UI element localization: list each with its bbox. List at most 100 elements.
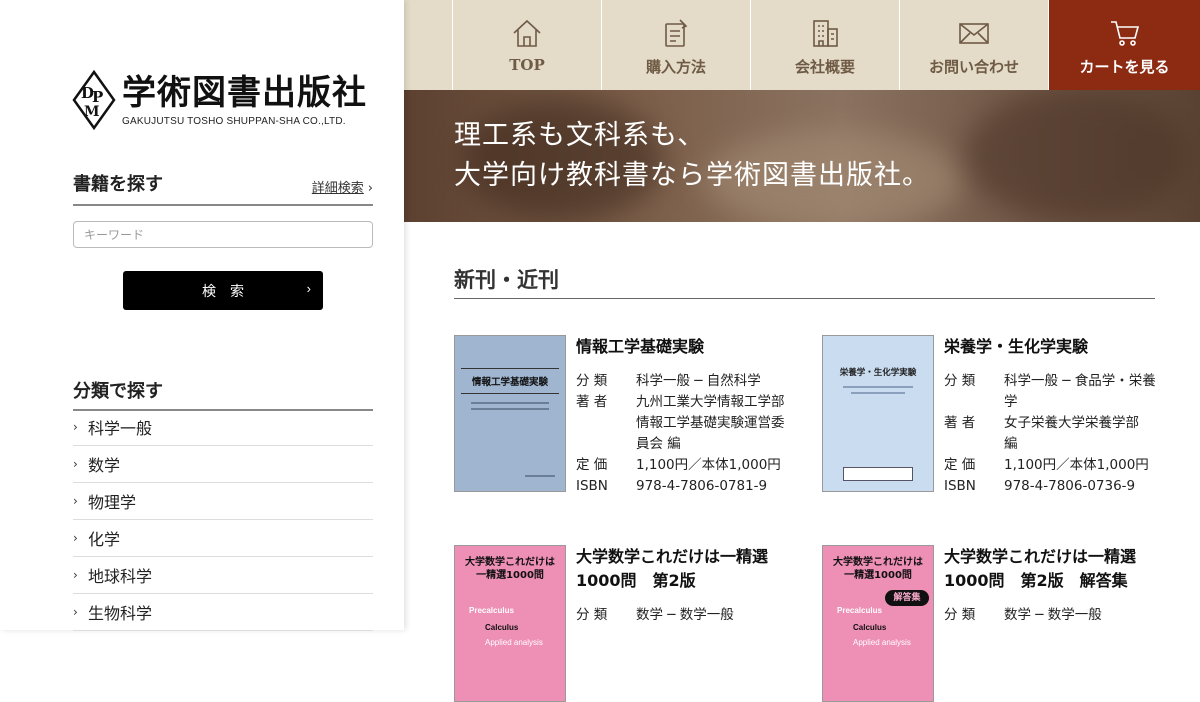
chevron-right-icon: › [73,494,78,508]
document-hand-icon [665,19,688,47]
value: 数学 ─ 数学一般 [636,607,734,623]
value: 科学一般 ─ 食品学・栄養学 [1004,373,1156,410]
category-item[interactable]: › 地球科学 [73,557,373,594]
book-title[interactable]: 情報工学基礎実験 [576,335,788,359]
logo-mark-icon: D P M [72,70,116,130]
label: 著 者 [576,394,608,410]
category-item[interactable]: › 数学 [73,446,373,483]
label: ISBN [944,478,976,494]
book-price-row: 定 価 1,100円／本体1,000円 [576,455,788,476]
value: 女子栄養大学栄養学部 編 [1004,415,1139,452]
book-price-row: 定 価 1,100円／本体1,000円 [944,455,1156,476]
category-item[interactable]: › 生物科学 [73,594,373,631]
chevron-right-icon: › [306,281,311,296]
cover-answer-badge: 解答集 [885,590,929,606]
cover-title: 大学数学これだけは 一精選1000問 [833,557,923,581]
category-label: 数学 [88,456,121,475]
cover-rule [471,402,549,404]
cover-word: Applied analysis [485,638,543,647]
book-title[interactable]: 大学数学これだけは一精選1000問 第2版 解答集 [944,545,1156,593]
hero-line-1: 理工系も文科系も、 [454,120,706,151]
category-label: 化学 [88,530,121,549]
advanced-search-label: 詳細検索 [311,181,364,196]
cover-rule [843,386,913,388]
value: 科学一般 ─ 自然科学 [636,373,761,389]
book-info: 栄養学・生化学実験 分 類 科学一般 ─ 食品学・栄養学 著 者 女子栄養大学栄養学… [944,335,1156,497]
cover-title: 情報工学基礎実験 [461,368,559,394]
logo-name-jp: 学術図書出版社 [122,72,367,113]
book-category-row: 分 類 科学一般 ─ 自然科学 [576,371,788,392]
hero-text: 理工系も文科系も、 大学向け教科書なら学術図書出版社。 [454,116,930,196]
cover-word: Calculus [853,623,887,632]
nav-label: TOP [509,56,545,74]
nav-company[interactable]: 会社概要 [751,0,900,90]
category-item[interactable]: › 科学一般 [73,409,373,446]
advanced-search-link[interactable]: 詳細検索 › [312,177,373,196]
book-title[interactable]: 大学数学これだけは一精選1000問 第2版 [576,545,788,593]
book-search-title: 書籍を探す [73,174,163,195]
label: ISBN [576,478,608,494]
cover-title: 栄養学・生化学実験 [839,368,917,378]
category-label: 生物科学 [88,604,153,623]
book-details: 分 類 科学一般 ─ 食品学・栄養学 著 者 女子栄養大学栄養学部 編 定 価 1,1… [944,371,1156,497]
value: 九州工業大学情報工学部情報工学基礎実験運営委員会 編 [636,394,785,452]
envelope-icon [959,23,989,44]
logo-text: 学術図書出版社 GAKUJUTSU TOSHO SHUPPAN-SHA CO.,… [122,74,367,127]
label: 著 者 [944,415,976,431]
book-category-row: 分 類 科学一般 ─ 食品学・栄養学 [944,371,1156,413]
book-cover[interactable]: 栄養学・生化学実験 [822,335,934,492]
svg-text:M: M [84,104,100,120]
label: 分 類 [944,607,976,623]
book-cover[interactable]: 情報工学基礎実験 [454,335,566,492]
chevron-right-icon: › [73,531,78,545]
cover-title: 大学数学これだけは 一精選1000問 [465,557,555,581]
home-icon [513,19,541,47]
search-button[interactable]: 検索 › [123,271,323,310]
category-label: 物理学 [88,493,137,512]
building-icon [813,20,838,47]
hero-banner: 理工系も文科系も、 大学向け教科書なら学術図書出版社。 [404,90,1200,222]
logo-name-en: GAKUJUTSU TOSHO SHUPPAN-SHA CO.,LTD. [122,115,346,127]
book-search-header: 書籍を探す 詳細検索 › [73,170,373,206]
nav-contact[interactable]: お問い合わせ [900,0,1049,90]
nav-top[interactable]: TOP [453,0,602,90]
book-info: 情報工学基礎実験 分 類 科学一般 ─ 自然科学 著 者 九州工業大学情報工学部情報… [576,335,788,497]
site-logo[interactable]: D P M 学術図書出版社 GAKUJUTSU TOSHO SHUPPAN-SH… [72,70,367,130]
label: 分 類 [944,373,976,389]
book-author-row: 著 者 九州工業大学情報工学部情報工学基礎実験運営委員会 編 [576,392,788,455]
book-title[interactable]: 栄養学・生化学実験 [944,335,1156,359]
chevron-right-icon: › [367,181,373,196]
nav-how-to-buy[interactable]: 購入方法 [602,0,751,90]
category-item[interactable]: › 化学 [73,520,373,557]
book-category-row: 分 類 数学 ─ 数学一般 [576,605,788,626]
keyword-search-input[interactable] [73,221,373,248]
cover-word: Applied analysis [853,638,911,647]
label: 定 価 [944,457,976,473]
cover-publisher-mark [525,475,555,477]
category-item[interactable]: › 物理学 [73,483,373,520]
book-cover[interactable]: 大学数学これだけは 一精選1000問 Precalculus Calculus … [454,545,566,702]
category-title: 分類で探す [73,381,163,402]
nav-label: カートを見る [1079,58,1170,76]
cover-rule [471,408,549,410]
nav-cart[interactable]: カートを見る [1049,0,1200,90]
book-info: 大学数学これだけは一精選1000問 第2版 分 類 数学 ─ 数学一般 [576,545,788,626]
value: 1,100円／本体1,000円 [636,457,781,473]
book-details: 分 類 数学 ─ 数学一般 [944,605,1156,626]
top-navigation: TOP 購入方法 会社概要 お問い合わせ カートを見る [404,0,1200,90]
value: 978-4-7806-0781-9 [636,478,768,494]
book-isbn-row: ISBN 978-4-7806-0736-9 [944,476,1156,497]
label: 定 価 [576,457,608,473]
cart-icon [1110,21,1139,46]
hero-line-2: 大学向け教科書なら学術図書出版社。 [454,160,930,191]
book-isbn-row: ISBN 978-4-7806-0781-9 [576,476,788,497]
category-label: 地球科学 [88,567,153,586]
book-category-row: 分 類 数学 ─ 数学一般 [944,605,1156,626]
chevron-right-icon: › [73,420,78,434]
book-cover[interactable]: 大学数学これだけは 一精選1000問 解答集 Precalculus Calcu… [822,545,934,702]
book-details: 分 類 数学 ─ 数学一般 [576,605,788,626]
label: 分 類 [576,373,608,389]
cover-word: Calculus [485,623,519,632]
chevron-right-icon: › [73,568,78,582]
search-button-label: 検索 [202,282,258,299]
